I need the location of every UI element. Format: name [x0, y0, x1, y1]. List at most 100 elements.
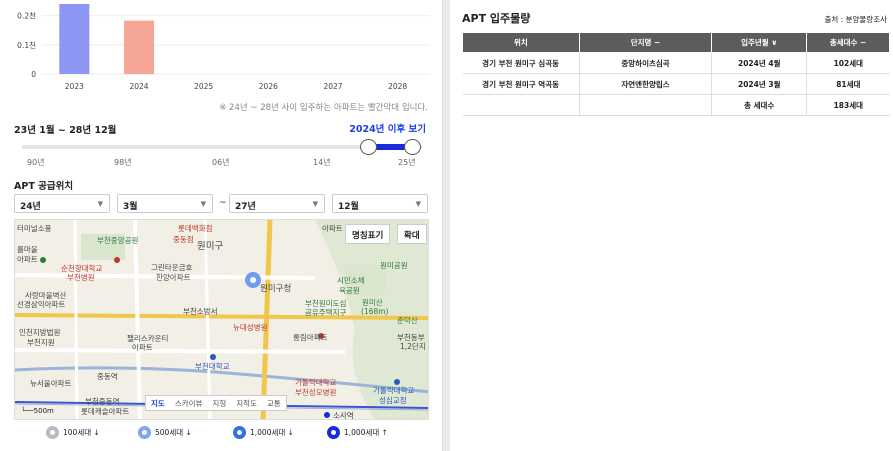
total-label: 총 세대수: [711, 94, 808, 116]
table-row[interactable]: 경기 부천 원미구 역곡동 자연앤한양립스 2024년 3월 81세대: [462, 73, 890, 95]
slider-start-handle[interactable]: [360, 139, 377, 155]
cell-complex: 중앙하이츠심곡: [579, 52, 713, 74]
show-names-button[interactable]: 명칭표기: [345, 224, 391, 244]
bar[interactable]: [59, 4, 90, 74]
total-units: 183세대: [806, 94, 890, 116]
cell-date: 2024년 3월: [711, 73, 808, 95]
source-label: 출처 : 분양물량조사: [824, 15, 888, 24]
map-label: 부천성모병원: [295, 388, 337, 397]
map-type-cadastral[interactable]: 지적도: [231, 396, 262, 410]
year-range-slider[interactable]: [22, 139, 422, 155]
header-complex[interactable]: 단지명 −: [578, 32, 713, 53]
x-tick-label: 2023: [65, 82, 84, 91]
legend-label: 100세대 ↓: [63, 428, 100, 437]
end-year-select[interactable]: 27년 ▼: [229, 194, 325, 213]
x-tick-label: 2028: [388, 82, 407, 91]
slider-tick: 14년: [313, 158, 331, 167]
map-type-map[interactable]: 지도: [146, 396, 170, 410]
map-label: 롯데캐슬아파트: [81, 407, 130, 416]
table-row[interactable]: 경기 부천 원미구 심곡동 중앙하이츠심곡 2024년 4월 102세대: [462, 52, 890, 74]
zoom-button[interactable]: 확대: [397, 224, 427, 244]
move-in-volume-title: APT 입주물량: [462, 12, 531, 25]
location-map[interactable]: 터미널소풍 부천중앙공원 롯데백화점 중동점 원미구 아파트 를마을 아파트 순…: [14, 219, 429, 420]
range-tilde: ~: [219, 198, 227, 208]
map-label: 한양아파트: [156, 273, 191, 282]
map-scale: └──500m: [21, 407, 54, 415]
slider-tick: 90년: [27, 158, 45, 167]
map-label: 뉴서울아파트: [30, 379, 72, 388]
pin-icon: [327, 426, 340, 439]
slider-tick: 98년: [114, 158, 132, 167]
pin-icon: [233, 426, 246, 439]
bar[interactable]: [124, 20, 154, 74]
total-row: 총 세대수 183세대: [462, 94, 890, 116]
map-label: 아파트: [132, 343, 153, 352]
legend-label: 500세대 ↓: [155, 428, 192, 437]
after-2024-link[interactable]: 2024년 이후 보기: [349, 121, 426, 135]
x-tick-label: 2027: [323, 82, 342, 91]
cell-date: 2024년 4월: [711, 52, 808, 74]
header-move-in-date[interactable]: 입주년월 ∨: [711, 32, 808, 53]
legend-item: 1,000세대 ↑: [327, 426, 388, 439]
map-label: 부천대학교: [195, 362, 230, 371]
map-type-skyview[interactable]: 스카이뷰: [170, 396, 208, 410]
map-label: 소사역: [333, 411, 354, 420]
cell-empty: [462, 94, 580, 116]
map-scale-label: 500m: [33, 407, 54, 415]
pin-icon: [138, 426, 151, 439]
map-label: 부천지원: [27, 338, 55, 347]
cell-units: 102세대: [806, 52, 890, 74]
map-label: 원미구: [197, 241, 224, 252]
map-label: 원미공원: [380, 261, 408, 270]
map-label: 부천중앙공원: [97, 236, 139, 245]
map-label: 중동점: [173, 235, 194, 244]
legend-item: 500세대 ↓: [138, 426, 192, 439]
legend-item: 1,000세대 ↓: [233, 426, 294, 439]
map-label: 아파트: [322, 224, 343, 233]
map-label: 선경삼익아파트: [17, 300, 66, 309]
left-panel: 0 0.1천 0.2천 2023 2024 2025 2026 2027 2028 ※ 24년 …: [0, 0, 443, 451]
cell-location: 경기 부천 원미구 심곡동: [462, 52, 580, 74]
end-month-value: 12월: [338, 202, 359, 212]
start-month-value: 3월: [123, 202, 138, 212]
x-tick-label: 2026: [259, 82, 278, 91]
chevron-down-icon: ▼: [312, 200, 318, 208]
cell-empty: [579, 94, 713, 116]
y-tick-label: 0.2천: [17, 11, 36, 21]
header-location[interactable]: 위치: [462, 32, 580, 53]
map-label: 성심교정: [379, 396, 407, 405]
pin-icon: [46, 426, 59, 439]
slider-tick: 06년: [212, 158, 230, 167]
chart-note: ※ 24년 ~ 28년 사이 입주하는 아파트는 빨간막대 입니다.: [219, 103, 428, 113]
map-label: 터미널소풍: [17, 224, 52, 233]
map-label: 춘덕산: [397, 316, 418, 325]
x-tick-label: 2025: [194, 82, 213, 91]
chevron-down-icon: ▼: [200, 200, 206, 208]
map-label: 롱림아파트: [293, 333, 328, 342]
slider-end-handle[interactable]: [404, 139, 421, 155]
map-label: 원미구청: [260, 284, 292, 294]
supply-location-title: APT 공급위치: [14, 181, 74, 192]
header-total-units[interactable]: 총세대수 −: [806, 32, 890, 53]
y-tick-label: 0.1천: [17, 40, 36, 50]
start-month-select[interactable]: 3월 ▼: [117, 194, 213, 213]
map-label: (168m): [361, 307, 389, 316]
range-title: 23년 1월 ~ 28년 12월: [14, 125, 117, 136]
legend-label: 1,000세대 ↓: [250, 428, 294, 437]
cell-units: 81세대: [806, 73, 890, 95]
map-label: 부천소방서: [183, 307, 218, 316]
map-label: 1,2단지: [400, 342, 426, 351]
map-type-terrain[interactable]: 지형: [207, 396, 231, 410]
start-year-select[interactable]: 24년 ▼: [14, 194, 110, 213]
slider-tick: 25년: [398, 158, 416, 167]
end-month-select[interactable]: 12월 ▼: [332, 194, 428, 213]
map-label: 육공원: [339, 286, 360, 295]
right-panel: APT 입주물량 출처 : 분양물량조사 위치 단지명 − 입주년월 ∨ 총세대…: [450, 0, 893, 451]
slider-fill: [375, 144, 407, 150]
map-type-traffic[interactable]: 교통: [262, 396, 286, 410]
map-label: 중동역: [97, 372, 118, 381]
map-label: 공유주택지구: [305, 308, 347, 317]
map-label: 부천병원: [67, 273, 95, 282]
x-tick-label: 2024: [129, 82, 148, 91]
legend-label: 1,000세대 ↑: [344, 428, 388, 437]
